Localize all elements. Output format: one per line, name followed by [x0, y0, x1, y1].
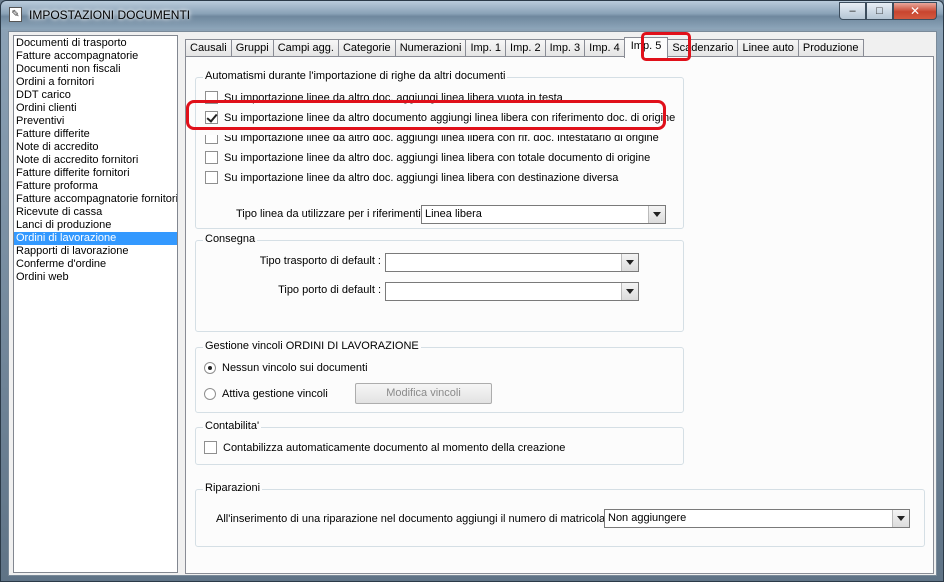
tab-campi-agg[interactable]: Campi agg.: [272, 39, 339, 57]
list-item[interactable]: Note di accredito fornitori: [14, 154, 177, 167]
list-item[interactable]: Documenti non fiscali: [14, 63, 177, 76]
nessun-vincolo-label: Nessun vincolo sui documenti: [222, 362, 368, 374]
matricola-select[interactable]: Non aggiungere: [604, 509, 910, 528]
tab-produzione[interactable]: Produzione: [797, 39, 864, 57]
tab-panel-imp5: Automatismi durante l'importazione di ri…: [185, 56, 934, 574]
tab-causali[interactable]: Causali: [185, 39, 232, 57]
nessun-vincolo-radio[interactable]: [204, 362, 216, 374]
contabilita-title: Contabilita': [203, 420, 262, 432]
modifica-vincoli-button[interactable]: Modifica vincoli: [355, 383, 492, 404]
window-title: IMPOSTAZIONI DOCUMENTI: [29, 8, 191, 22]
list-item[interactable]: Ordini a fornitori: [14, 76, 177, 89]
list-item[interactable]: Documenti di trasporto: [14, 37, 177, 50]
close-button[interactable]: ✕: [893, 2, 937, 20]
close-icon: ✕: [909, 4, 921, 18]
import-option-label: Su importazione linee da altro doc. aggi…: [224, 131, 659, 144]
matricola-label: All'inserimento di una riparazione nel d…: [216, 513, 612, 525]
attiva-vincoli-label: Attiva gestione vincoli: [222, 388, 328, 400]
list-item[interactable]: Fatture accompagnatorie fornitori: [14, 193, 177, 206]
list-item[interactable]: Fatture differite fornitori: [14, 167, 177, 180]
list-item[interactable]: Lanci di produzione: [14, 219, 177, 232]
import-option-5[interactable]: Su importazione linee da altro doc. aggi…: [205, 171, 618, 184]
attiva-vincoli-option[interactable]: Attiva gestione vincoli: [204, 388, 328, 400]
tab-imp-1[interactable]: Imp. 1: [465, 39, 507, 57]
import-option-checkbox[interactable]: [205, 151, 218, 164]
contabilita-group: Contabilita' Contabilizza automaticament…: [195, 420, 684, 465]
import-option-label: Su importazione linee da altro documento…: [224, 111, 676, 124]
title-bar[interactable]: ✎ IMPOSTAZIONI DOCUMENTI – □ ✕: [1, 1, 943, 29]
list-item[interactable]: Fatture accompagnatorie: [14, 50, 177, 63]
list-item[interactable]: Rapporti di lavorazione: [14, 245, 177, 258]
contabilizza-checkbox[interactable]: [204, 441, 217, 454]
chevron-down-icon[interactable]: [648, 206, 665, 223]
porto-label: Tipo porto di default :: [278, 284, 381, 296]
list-item[interactable]: Ricevute di cassa: [14, 206, 177, 219]
trasporto-label: Tipo trasporto di default :: [259, 255, 381, 267]
chevron-down-icon[interactable]: [621, 283, 638, 300]
nessun-vincolo-option[interactable]: Nessun vincolo sui documenti: [204, 362, 368, 374]
porto-select[interactable]: [385, 282, 639, 301]
import-option-checkbox[interactable]: [205, 135, 218, 144]
contabilizza-label: Contabilizza automaticamente documento a…: [223, 441, 566, 454]
settings-window: ✎ IMPOSTAZIONI DOCUMENTI – □ ✕ Documenti…: [0, 0, 944, 582]
tipo-linea-value: Linea libera: [425, 208, 482, 220]
list-item[interactable]: Ordini di lavorazione: [14, 232, 177, 245]
tab-imp-2[interactable]: Imp. 2: [505, 39, 546, 57]
riparazioni-group: Riparazioni All'inserimento di una ripar…: [195, 482, 925, 547]
list-item[interactable]: Ordini clienti: [14, 102, 177, 115]
list-item[interactable]: Preventivi: [14, 115, 177, 128]
vincoli-title: Gestione vincoli ORDINI DI LAVORAZIONE: [203, 340, 421, 352]
attiva-vincoli-radio[interactable]: [204, 388, 216, 400]
contabilizza-option[interactable]: Contabilizza automaticamente documento a…: [204, 441, 565, 454]
tab-linee-auto[interactable]: Linee auto: [737, 39, 799, 57]
import-option-3[interactable]: Su importazione linee da altro doc. aggi…: [205, 131, 659, 144]
matricola-value: Non aggiungere: [608, 512, 687, 524]
tipo-linea-select[interactable]: Linea libera: [421, 205, 666, 224]
import-option-label: Su importazione linee da altro doc. aggi…: [224, 171, 619, 184]
client-area: Documenti di trasporto Fatture accompagna…: [8, 31, 937, 576]
list-item[interactable]: Conferme d'ordine: [14, 258, 177, 271]
list-item[interactable]: DDT carico: [14, 89, 177, 102]
app-icon: ✎: [9, 7, 22, 22]
list-item[interactable]: Note di accredito: [14, 141, 177, 154]
chevron-down-icon[interactable]: [621, 254, 638, 271]
tab-imp-3[interactable]: Imp. 3: [544, 39, 586, 57]
automatismi-group: Automatismi durante l'importazione di ri…: [195, 70, 684, 229]
import-option-checkbox[interactable]: [205, 91, 218, 104]
minimize-icon: –: [849, 5, 856, 17]
import-option-checkbox[interactable]: [205, 171, 218, 184]
import-option-checkbox[interactable]: [205, 111, 218, 124]
tipo-linea-label: Tipo linea da utilizzare per i riferimen…: [236, 208, 427, 220]
riparazioni-title: Riparazioni: [203, 482, 263, 494]
import-option-label: Su importazione linee da altro doc. aggi…: [224, 91, 563, 104]
import-option-4[interactable]: Su importazione linee da altro doc. aggi…: [205, 151, 650, 164]
trasporto-select[interactable]: [385, 253, 639, 272]
tab-categorie[interactable]: Categorie: [337, 39, 396, 57]
list-item[interactable]: Fatture differite: [14, 128, 177, 141]
document-type-list[interactable]: Documenti di trasporto Fatture accompagna…: [13, 35, 178, 573]
tab-imp-4[interactable]: Imp. 4: [584, 39, 625, 57]
maximize-button[interactable]: □: [866, 2, 893, 20]
list-item[interactable]: Ordini web: [14, 271, 177, 284]
window-controls: – □ ✕: [839, 2, 937, 20]
tab-numerazioni[interactable]: Numerazioni: [394, 39, 467, 57]
vincoli-group: Gestione vincoli ORDINI DI LAVORAZIONE N…: [195, 340, 684, 413]
import-option-label: Su importazione linee da altro doc. aggi…: [224, 151, 651, 164]
import-option-1[interactable]: Su importazione linee da altro doc. aggi…: [205, 91, 563, 104]
tab-highlight-marker: [641, 32, 691, 61]
import-option-2[interactable]: Su importazione linee da altro documento…: [205, 111, 675, 124]
list-item[interactable]: Fatture proforma: [14, 180, 177, 193]
maximize-icon: □: [876, 5, 883, 17]
tab-gruppi[interactable]: Gruppi: [230, 39, 274, 57]
automatismi-title: Automatismi durante l'importazione di ri…: [203, 70, 508, 82]
chevron-down-icon[interactable]: [892, 510, 909, 527]
tab-strip: Causali Gruppi Campi agg. Categorie Numerazi…: [185, 37, 864, 58]
consegna-title: Consegna: [203, 233, 258, 245]
consegna-group: Consegna Tipo trasporto di default : Tip…: [195, 233, 684, 332]
minimize-button[interactable]: –: [839, 2, 866, 20]
